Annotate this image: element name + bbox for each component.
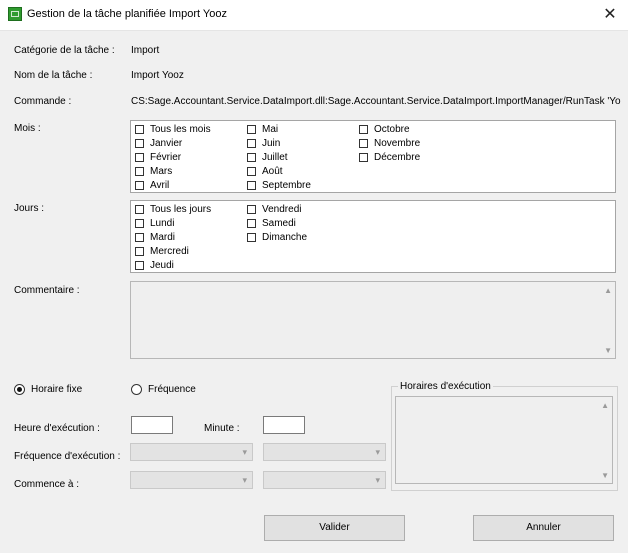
- start-label: Commence à :: [14, 479, 80, 490]
- frequency-label: Fréquence d'exécution :: [14, 451, 121, 462]
- checkbox-box: [359, 139, 368, 148]
- radio-dot: [14, 384, 25, 395]
- minute-label: Minute :: [204, 423, 240, 434]
- day-checkbox[interactable]: Tous les jours: [135, 204, 211, 215]
- minute-input[interactable]: [263, 416, 305, 434]
- chevron-down-icon: ▾: [375, 447, 380, 457]
- hour-input[interactable]: [131, 416, 173, 434]
- checkbox-box: [247, 219, 256, 228]
- scroll-down-icon[interactable]: ▼: [601, 471, 609, 480]
- month-checkbox[interactable]: Septembre: [247, 180, 311, 191]
- window-title: Gestion de la tâche planifiée Import Yoo…: [27, 8, 227, 20]
- execution-times-list[interactable]: ▲ ▼: [395, 396, 613, 484]
- month-checkbox[interactable]: Juin: [247, 138, 280, 149]
- checkbox-box: [247, 153, 256, 162]
- scroll-down-icon[interactable]: ▼: [604, 346, 612, 355]
- month-checkbox[interactable]: Janvier: [135, 138, 182, 149]
- day-checkbox[interactable]: Vendredi: [247, 204, 301, 215]
- month-checkbox[interactable]: Juillet: [247, 152, 288, 163]
- month-checkbox[interactable]: Décembre: [359, 152, 420, 163]
- day-checkbox[interactable]: Mercredi: [135, 246, 189, 257]
- start-hour-select[interactable]: ▾: [130, 471, 253, 489]
- chevron-down-icon: ▾: [242, 447, 247, 457]
- radio-dot: [131, 384, 142, 395]
- validate-button[interactable]: Valider: [264, 515, 405, 541]
- close-icon[interactable]: ✕: [598, 4, 622, 26]
- checkbox-box: [135, 261, 144, 270]
- month-checkbox[interactable]: Octobre: [359, 124, 410, 135]
- checkbox-box: [247, 233, 256, 242]
- checkbox-box: [135, 167, 144, 176]
- checkbox-box: [359, 153, 368, 162]
- checkbox-box: [359, 125, 368, 134]
- day-checkbox[interactable]: Dimanche: [247, 232, 307, 243]
- category-value: Import: [131, 45, 160, 56]
- frequency-value-select[interactable]: ▾: [130, 443, 253, 461]
- checkbox-box: [135, 205, 144, 214]
- months-label: Mois :: [14, 123, 41, 134]
- month-checkbox[interactable]: Mai: [247, 124, 278, 135]
- checkbox-box: [135, 219, 144, 228]
- checkbox-box: [247, 167, 256, 176]
- checkbox-box: [247, 139, 256, 148]
- months-group: Tous les mois Janvier Février Mars Avril…: [130, 120, 616, 193]
- checkbox-box: [135, 181, 144, 190]
- scroll-up-icon[interactable]: ▲: [601, 401, 609, 410]
- month-checkbox[interactable]: Tous les mois: [135, 124, 211, 135]
- day-checkbox[interactable]: Lundi: [135, 218, 174, 229]
- checkbox-box: [135, 247, 144, 256]
- month-checkbox[interactable]: Août: [247, 166, 283, 177]
- checkbox-box: [135, 233, 144, 242]
- start-minute-select[interactable]: ▾: [263, 471, 386, 489]
- day-checkbox[interactable]: Samedi: [247, 218, 296, 229]
- task-name-label: Nom de la tâche :: [14, 70, 93, 81]
- comment-textarea[interactable]: ▲ ▼: [130, 281, 616, 359]
- chevron-down-icon: ▾: [375, 475, 380, 485]
- task-name-value: Import Yooz: [131, 70, 184, 81]
- hour-label: Heure d'exécution :: [14, 423, 100, 434]
- cancel-button[interactable]: Annuler: [473, 515, 614, 541]
- day-checkbox[interactable]: Mardi: [135, 232, 175, 243]
- scroll-up-icon[interactable]: ▲: [604, 286, 612, 295]
- checkbox-box: [247, 125, 256, 134]
- checkbox-box: [247, 205, 256, 214]
- category-label: Catégorie de la tâche :: [14, 45, 115, 56]
- checkbox-box: [135, 125, 144, 134]
- radio-fixed-time[interactable]: Horaire fixe: [14, 384, 82, 395]
- frequency-unit-select[interactable]: ▾: [263, 443, 386, 461]
- command-value: CS:Sage.Accountant.Service.DataImport.dl…: [131, 96, 621, 107]
- month-checkbox[interactable]: Novembre: [359, 138, 420, 149]
- app-icon: [8, 7, 22, 21]
- checkbox-box: [135, 139, 144, 148]
- days-label: Jours :: [14, 203, 45, 214]
- checkbox-box: [247, 181, 256, 190]
- days-group: Tous les jours Lundi Mardi Mercredi Jeud…: [130, 200, 616, 273]
- command-label: Commande :: [14, 96, 72, 107]
- month-checkbox[interactable]: Février: [135, 152, 181, 163]
- execution-times-label: Horaires d'exécution: [398, 381, 493, 392]
- radio-frequency[interactable]: Fréquence: [131, 384, 196, 395]
- chevron-down-icon: ▾: [242, 475, 247, 485]
- month-checkbox[interactable]: Mars: [135, 166, 172, 177]
- day-checkbox[interactable]: Jeudi: [135, 260, 174, 271]
- month-checkbox[interactable]: Avril: [135, 180, 169, 191]
- comment-label: Commentaire :: [14, 285, 80, 296]
- checkbox-box: [135, 153, 144, 162]
